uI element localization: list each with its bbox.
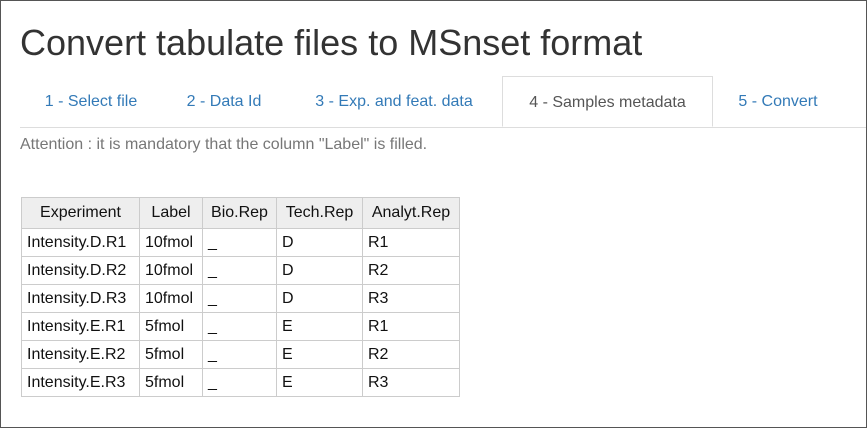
tech-rep-cell[interactable]: D <box>276 256 363 285</box>
experiment-cell[interactable]: Intensity.D.R2 <box>21 256 140 285</box>
tab-samples-metadata[interactable]: 4 - Samples metadata <box>502 76 713 127</box>
app-frame: Convert tabulate files to MSnset format … <box>0 0 867 428</box>
bio-rep-cell[interactable]: _ <box>202 312 277 341</box>
tab-select-file[interactable]: 1 - Select file <box>20 76 162 127</box>
analyt-rep-cell[interactable]: R2 <box>362 340 460 369</box>
bio-rep-cell[interactable]: _ <box>202 228 277 257</box>
column-header-label: Label <box>139 197 203 229</box>
column-header-analyt-rep: Analyt.Rep <box>362 197 460 229</box>
tab-data-id[interactable]: 2 - Data Id <box>162 76 286 127</box>
column-header-tech-rep: Tech.Rep <box>276 197 363 229</box>
bio-rep-cell[interactable]: _ <box>202 284 277 313</box>
tab-convert[interactable]: 5 - Convert <box>713 76 843 127</box>
tab-exp-feat-data[interactable]: 3 - Exp. and feat. data <box>286 76 502 127</box>
analyt-rep-cell[interactable]: R3 <box>362 284 460 313</box>
experiment-cell[interactable]: Intensity.E.R1 <box>21 312 140 341</box>
label-cell[interactable]: 10fmol <box>139 256 203 285</box>
analyt-rep-cell[interactable]: R2 <box>362 256 460 285</box>
table-row: Intensity.E.R2 5fmol _ E R2 <box>21 340 460 369</box>
table-header-row: Experiment Label Bio.Rep Tech.Rep Analyt… <box>21 197 460 229</box>
tech-rep-cell[interactable]: E <box>276 340 363 369</box>
label-cell[interactable]: 10fmol <box>139 284 203 313</box>
experiment-cell[interactable]: Intensity.D.R3 <box>21 284 140 313</box>
attention-notice: Attention : it is mandatory that the col… <box>20 136 428 153</box>
bio-rep-cell[interactable]: _ <box>202 368 277 397</box>
table-row: Intensity.D.R3 10fmol _ D R3 <box>21 284 460 313</box>
experiment-cell[interactable]: Intensity.E.R2 <box>21 340 140 369</box>
tab-bar: 1 - Select file 2 - Data Id 3 - Exp. and… <box>20 76 866 128</box>
analyt-rep-cell[interactable]: R1 <box>362 312 460 341</box>
table-row: Intensity.E.R1 5fmol _ E R1 <box>21 312 460 341</box>
analyt-rep-cell[interactable]: R3 <box>362 368 460 397</box>
tech-rep-cell[interactable]: E <box>276 368 363 397</box>
bio-rep-cell[interactable]: _ <box>202 340 277 369</box>
column-header-experiment: Experiment <box>21 197 140 229</box>
label-cell[interactable]: 5fmol <box>139 368 203 397</box>
column-header-bio-rep: Bio.Rep <box>202 197 277 229</box>
label-cell[interactable]: 5fmol <box>139 312 203 341</box>
tech-rep-cell[interactable]: E <box>276 312 363 341</box>
tech-rep-cell[interactable]: D <box>276 228 363 257</box>
bio-rep-cell[interactable]: _ <box>202 256 277 285</box>
table-row: Intensity.E.R3 5fmol _ E R3 <box>21 368 460 397</box>
analyt-rep-cell[interactable]: R1 <box>362 228 460 257</box>
page-title: Convert tabulate files to MSnset format <box>20 22 643 63</box>
label-cell[interactable]: 5fmol <box>139 340 203 369</box>
experiment-cell[interactable]: Intensity.D.R1 <box>21 228 140 257</box>
samples-metadata-table: Experiment Label Bio.Rep Tech.Rep Analyt… <box>21 197 460 397</box>
label-cell[interactable]: 10fmol <box>139 228 203 257</box>
tech-rep-cell[interactable]: D <box>276 284 363 313</box>
table-row: Intensity.D.R2 10fmol _ D R2 <box>21 256 460 285</box>
table-row: Intensity.D.R1 10fmol _ D R1 <box>21 228 460 257</box>
experiment-cell[interactable]: Intensity.E.R3 <box>21 368 140 397</box>
